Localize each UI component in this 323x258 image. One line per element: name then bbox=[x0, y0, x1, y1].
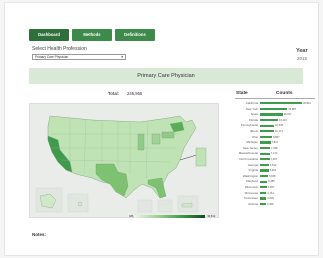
count-value: 13,114 bbox=[278, 118, 287, 122]
us-choropleth-map[interactable] bbox=[29, 103, 219, 218]
state-name: Maryland bbox=[246, 179, 258, 184]
count-bar bbox=[260, 107, 288, 111]
year-label: Year bbox=[296, 48, 308, 54]
count-bar bbox=[260, 163, 269, 167]
count-value: 8,867 bbox=[273, 135, 280, 139]
table-header-divider bbox=[235, 98, 315, 99]
count-value: 4,609 bbox=[267, 197, 274, 201]
map-inset-territory-2 bbox=[157, 199, 173, 213]
count-value: 7,811 bbox=[271, 141, 278, 145]
count-bar bbox=[260, 135, 273, 139]
notes-label: Notes: bbox=[32, 232, 47, 237]
count-bar bbox=[260, 158, 270, 161]
counts-column-header[interactable]: Counts bbox=[276, 91, 293, 96]
legend-max: 30,812 bbox=[207, 215, 216, 218]
state-name: Texas bbox=[250, 112, 258, 117]
year-value[interactable]: 2015 bbox=[297, 56, 307, 61]
count-value: 7,338 bbox=[271, 146, 278, 150]
count-bar bbox=[260, 147, 270, 150]
state-name: New Jersey bbox=[242, 145, 258, 150]
count-bar bbox=[260, 175, 268, 178]
map-hawaii bbox=[77, 201, 83, 207]
tab-bar: Dashboard Methods Definitions bbox=[29, 29, 155, 41]
state-name: California bbox=[245, 101, 258, 105]
state-name: Virginia bbox=[248, 168, 258, 173]
map-inset-northeast bbox=[195, 147, 207, 167]
count-bar bbox=[260, 102, 302, 105]
count-value: 30,812 bbox=[303, 102, 311, 105]
state-name: Georgia bbox=[247, 162, 258, 167]
count-bar bbox=[260, 202, 266, 206]
total-count: Total: 245,965 bbox=[108, 91, 142, 96]
state-name: Wisconsin bbox=[244, 184, 258, 189]
state-name: Massachusetts bbox=[238, 151, 258, 156]
count-value: 4,356 bbox=[266, 202, 274, 206]
count-bar bbox=[260, 169, 269, 172]
count-bar bbox=[260, 186, 267, 189]
count-bar bbox=[260, 197, 267, 200]
count-value: 6,512 bbox=[269, 163, 277, 167]
count-value: 5,286 bbox=[268, 180, 275, 184]
count-bar bbox=[260, 119, 278, 122]
count-bar bbox=[260, 152, 270, 155]
state-name: Washington bbox=[242, 173, 258, 178]
state-name: Florida bbox=[249, 117, 258, 122]
legend-gradient bbox=[135, 215, 206, 218]
count-bar bbox=[260, 191, 267, 194]
count-bar bbox=[260, 124, 275, 127]
count-value: 7,007 bbox=[270, 157, 278, 161]
count-value: 19,987 bbox=[288, 107, 297, 111]
count-value: 7,172 bbox=[270, 152, 278, 156]
count-value: 10,345 bbox=[275, 124, 284, 128]
state-name: Arizona bbox=[248, 201, 258, 206]
map-inset-hawaii-frame bbox=[67, 193, 89, 213]
legend-min: 486 bbox=[129, 215, 134, 218]
map-inset-territory-1 bbox=[137, 199, 153, 213]
state-name: Ohio bbox=[251, 134, 258, 139]
profession-select[interactable]: Primary Care Physician ▾ bbox=[32, 54, 126, 60]
count-bar bbox=[260, 141, 271, 144]
count-bar bbox=[260, 130, 274, 133]
profession-label: Select Health Profession bbox=[32, 46, 87, 52]
state-counts-table: California 30,812 New York 19,987 Texas 16,64… bbox=[234, 101, 318, 207]
state-name: Michigan bbox=[246, 140, 258, 145]
state-name: North Carolina bbox=[239, 156, 258, 161]
tab-dashboard[interactable]: Dashboard bbox=[29, 29, 69, 41]
state-column-header[interactable]: State bbox=[236, 91, 248, 96]
count-bar bbox=[260, 180, 268, 183]
state-name: Illinois bbox=[249, 128, 258, 133]
count-value: 5,848 bbox=[268, 174, 276, 178]
state-name: Tennessee bbox=[244, 196, 258, 201]
count-value: 10,171 bbox=[274, 129, 283, 133]
map-pennsylvania bbox=[161, 131, 175, 139]
count-value: 16,647 bbox=[283, 113, 292, 117]
map-illinois bbox=[137, 133, 145, 151]
table-row[interactable]: Arizona 4,356 bbox=[234, 202, 318, 208]
map-ohio bbox=[151, 133, 161, 145]
state-name: New York bbox=[245, 106, 258, 111]
tab-definitions[interactable]: Definitions bbox=[115, 29, 155, 41]
total-value: 245,965 bbox=[127, 91, 143, 96]
count-value: 4,712 bbox=[267, 191, 274, 195]
state-name: Pennsylvania bbox=[240, 123, 258, 128]
count-value: 6,391 bbox=[269, 169, 277, 173]
profession-banner: Primary Care Physician bbox=[29, 68, 303, 84]
count-value: 4,957 bbox=[267, 185, 275, 189]
count-bar bbox=[260, 113, 283, 116]
dashboard-page: Dashboard Methods Definitions Select Hea… bbox=[4, 2, 319, 256]
state-name: Minnesota bbox=[244, 190, 258, 195]
map-color-legend: 486 30,812 bbox=[129, 215, 215, 218]
chevron-down-icon: ▾ bbox=[121, 55, 123, 59]
profession-select-value: Primary Care Physician bbox=[35, 55, 69, 59]
total-label: Total: bbox=[108, 91, 120, 96]
tab-methods[interactable]: Methods bbox=[72, 29, 112, 41]
